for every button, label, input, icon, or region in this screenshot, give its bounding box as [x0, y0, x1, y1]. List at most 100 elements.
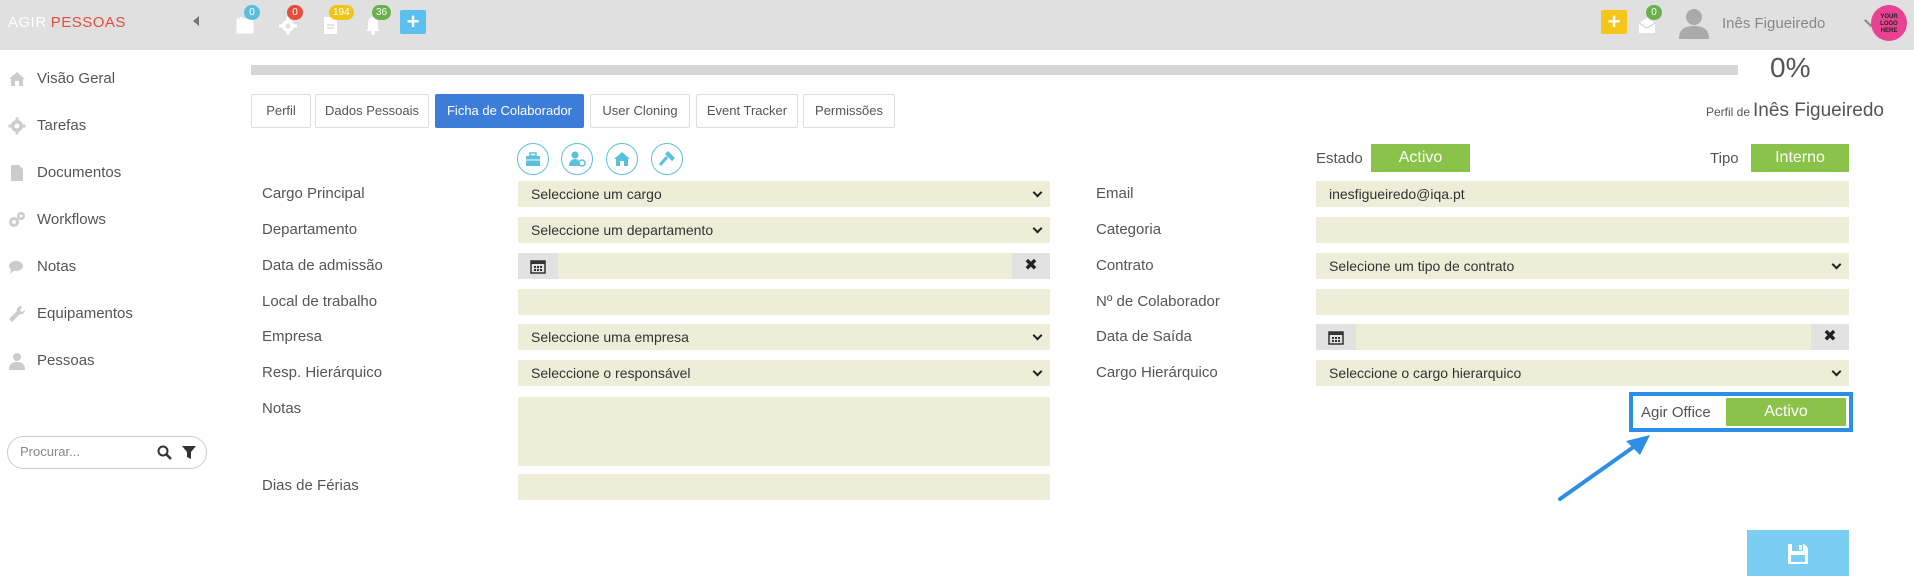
categoria-label: Categoria — [1096, 221, 1162, 238]
annotation-arrow-icon — [1558, 435, 1650, 501]
dias-ferias-input[interactable] — [518, 474, 1050, 500]
document-badge: 194 — [329, 5, 354, 20]
company-logo: YOUR LOGO HERE — [1871, 5, 1907, 41]
estado-label: Estado — [1316, 150, 1363, 167]
empresa-label: Empresa — [262, 328, 323, 345]
sidebar-item-label: Workflows — [37, 211, 106, 228]
tab-permissoes[interactable]: Permissões — [803, 94, 895, 128]
calendar-badge: 0 — [244, 5, 260, 20]
user-settings-icon[interactable] — [561, 143, 593, 175]
sidebar-item-label: Equipamentos — [37, 305, 133, 322]
gear-icon[interactable]: 0 — [277, 5, 303, 36]
sidebar-item-documentos[interactable]: Documentos — [0, 154, 215, 194]
chevron-down-icon — [1032, 223, 1043, 234]
tab-event-tracker[interactable]: Event Tracker — [696, 94, 798, 128]
tab-perfil[interactable]: Perfil — [251, 94, 311, 128]
data-admissao-label: Data de admissão — [262, 257, 383, 274]
data-saida-field[interactable]: ✖ — [1316, 324, 1849, 350]
bell-icon[interactable]: 36 — [362, 5, 392, 36]
document-icon[interactable]: 194 — [319, 5, 354, 36]
email-input[interactable]: inesfigueiredo@iqa.pt — [1316, 181, 1849, 207]
hammer-icon[interactable] — [651, 143, 683, 175]
brand-part2: PESSOAS — [50, 14, 126, 31]
gear-icon — [8, 117, 26, 135]
tab-ficha-de-colaborador[interactable]: Ficha de Colaborador — [435, 94, 584, 128]
tab-dados-pessoais[interactable]: Dados Pessoais — [315, 94, 429, 128]
brand-part1: AGIR — [8, 14, 47, 31]
notas-label: Notas — [262, 400, 302, 417]
agir-office-label: Agir Office — [1641, 404, 1711, 421]
chevron-down-icon — [1032, 187, 1043, 198]
user-icon — [9, 353, 25, 370]
profile-progress-bar — [251, 65, 1738, 75]
chevron-down-icon — [1831, 259, 1842, 270]
sidebar-item-workflows[interactable]: Workflows — [0, 201, 215, 241]
quick-add-button[interactable]: + — [1601, 10, 1627, 34]
cargo-hierarquico-label: Cargo Hierárquico — [1096, 364, 1218, 381]
num-colaborador-input[interactable] — [1316, 289, 1849, 315]
agir-office-toggle[interactable]: Activo — [1726, 398, 1846, 426]
sidebar-item-visao-geral[interactable]: Visão Geral — [0, 60, 215, 100]
tab-user-cloning[interactable]: User Cloning — [590, 94, 690, 128]
brand-logo[interactable]: AGIR PESSOAS — [8, 14, 126, 31]
profile-prefix: Perfil de — [1706, 105, 1751, 119]
calendar-icon[interactable]: 0 — [234, 5, 260, 36]
notas-textarea[interactable] — [518, 397, 1050, 466]
progress-percent: 0% — [1770, 52, 1811, 83]
tipo-label: Tipo — [1710, 150, 1739, 167]
tipo-toggle[interactable]: Interno — [1751, 144, 1849, 172]
cargo-principal-label: Cargo Principal — [262, 185, 365, 202]
sidebar-item-label: Tarefas — [37, 117, 87, 134]
top-bar: AGIR PESSOAS 0 0 194 36 + + 0 Inês Figuei… — [0, 0, 1914, 50]
cargo-hierarquico-select[interactable]: Seleccione o cargo hierarquico — [1316, 360, 1849, 386]
sidebar-item-notas[interactable]: Notas — [0, 248, 215, 288]
filter-icon[interactable] — [182, 445, 196, 460]
empresa-select[interactable]: Seleccione uma empresa — [518, 324, 1050, 350]
home-icon — [9, 72, 25, 86]
sidebar-item-equipamentos[interactable]: Equipamentos — [0, 295, 215, 335]
chat-icon — [9, 261, 23, 274]
gear-badge: 0 — [287, 5, 303, 20]
sidebar-item-label: Visão Geral — [37, 70, 116, 87]
contrato-label: Contrato — [1096, 257, 1154, 274]
cargo-principal-select[interactable]: Seleccione um cargo — [518, 181, 1050, 207]
user-avatar-icon[interactable] — [1677, 7, 1711, 39]
categoria-input[interactable] — [1316, 217, 1849, 243]
user-name[interactable]: Inês Figueiredo — [1722, 15, 1825, 32]
estado-toggle[interactable]: Activo — [1371, 144, 1470, 172]
chevron-down-icon — [1032, 330, 1043, 341]
mail-badge: 0 — [1646, 5, 1662, 20]
email-label: Email — [1096, 185, 1134, 202]
resp-hierarquico-label: Resp. Hierárquico — [262, 364, 383, 381]
home-icon[interactable] — [606, 143, 638, 175]
sidebar-item-label: Documentos — [37, 164, 122, 181]
contrato-select[interactable]: Selecione um tipo de contrato — [1316, 253, 1849, 279]
sidebar-collapse-icon[interactable] — [193, 16, 199, 26]
save-button[interactable] — [1747, 530, 1849, 576]
sidebar-item-tarefas[interactable]: Tarefas — [0, 107, 215, 147]
bell-badge: 36 — [372, 5, 392, 20]
briefcase-icon[interactable] — [517, 143, 549, 175]
clear-date-icon[interactable]: ✖ — [1012, 253, 1050, 279]
sidebar-item-label: Notas — [37, 258, 77, 275]
num-colaborador-label: Nº de Colaborador — [1096, 293, 1220, 310]
departamento-label: Departamento — [262, 221, 358, 238]
search-icon[interactable] — [157, 445, 173, 461]
search-box — [7, 436, 207, 469]
resp-hierarquico-select[interactable]: Seleccione o responsável — [518, 360, 1050, 386]
search-input[interactable] — [20, 444, 150, 459]
profile-name: Inês Figueiredo — [1753, 100, 1884, 121]
document-icon — [11, 165, 23, 181]
clear-date-icon[interactable]: ✖ — [1811, 324, 1849, 350]
mail-icon[interactable]: 0 — [1636, 5, 1662, 36]
gears-icon — [9, 212, 25, 227]
chevron-down-icon — [1032, 366, 1043, 377]
calendar-icon[interactable] — [1316, 324, 1356, 350]
calendar-icon[interactable] — [518, 253, 558, 279]
departamento-select[interactable]: Seleccione um departamento — [518, 217, 1050, 243]
data-admissao-field[interactable]: ✖ — [518, 253, 1050, 279]
local-trabalho-input[interactable] — [518, 289, 1050, 315]
sidebar-item-pessoas[interactable]: Pessoas — [0, 342, 215, 382]
add-button[interactable]: + — [400, 10, 426, 34]
chevron-down-icon — [1831, 366, 1842, 377]
